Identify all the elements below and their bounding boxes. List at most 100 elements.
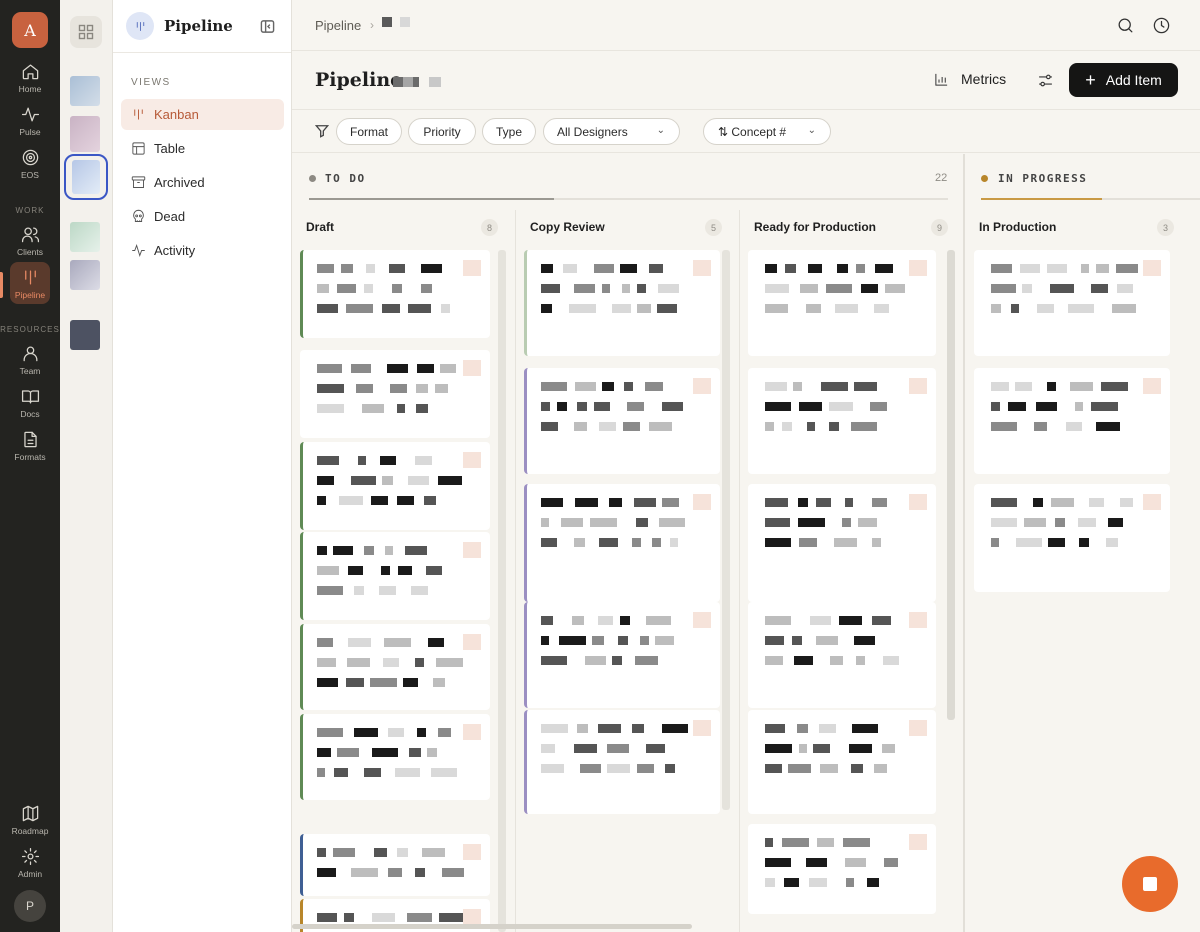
view-item-activity[interactable]: Activity xyxy=(121,235,284,266)
redacted-text xyxy=(379,586,396,595)
redacted-text xyxy=(799,744,807,753)
redacted-text xyxy=(821,382,848,391)
redacted-text xyxy=(541,402,550,411)
kanban-card[interactable] xyxy=(974,250,1170,356)
kanban-card[interactable] xyxy=(300,834,490,896)
kanban-card[interactable] xyxy=(300,714,490,800)
breadcrumb-pipeline[interactable]: Pipeline xyxy=(315,18,361,33)
redacted-text xyxy=(765,724,785,733)
kanban-card[interactable] xyxy=(748,484,936,602)
workspace-logo[interactable]: A xyxy=(12,12,48,48)
metrics-button[interactable]: Metrics xyxy=(934,71,1006,87)
kanban-card[interactable] xyxy=(748,710,936,814)
redacted-text xyxy=(645,382,663,391)
column-scrollbar[interactable] xyxy=(722,250,730,810)
workspace-thumb[interactable] xyxy=(70,222,100,252)
search-button[interactable] xyxy=(1116,16,1135,35)
workspace-thumb[interactable] xyxy=(70,76,100,106)
redacted-text xyxy=(403,678,418,687)
rail-item-docs[interactable]: Docs xyxy=(0,387,60,425)
kanban-card[interactable] xyxy=(974,484,1170,592)
rail-item-team[interactable]: Team xyxy=(0,344,60,382)
kanban-card[interactable] xyxy=(524,368,720,474)
rail-item-home[interactable]: Home xyxy=(0,62,60,100)
redacted-tag xyxy=(909,720,927,736)
user-icon xyxy=(23,346,37,362)
filter-designers-select[interactable]: All Designers ⌄ xyxy=(543,118,680,145)
sort-select[interactable]: ⇅ Concept # ⌄ xyxy=(703,118,831,145)
kanban-card[interactable] xyxy=(524,710,720,814)
filter-button[interactable] xyxy=(314,124,330,138)
redacted-text xyxy=(569,304,596,313)
rail-item-pipeline[interactable]: Pipeline xyxy=(0,262,60,306)
view-item-table[interactable]: Table xyxy=(121,133,284,164)
workspace-strip xyxy=(60,0,113,932)
redacted-text xyxy=(317,768,325,777)
redacted-text xyxy=(317,404,344,413)
column-scrollbar[interactable] xyxy=(947,250,955,720)
rail-item-pulse[interactable]: Pulse xyxy=(0,105,60,143)
redacted-text xyxy=(541,724,568,733)
redacted-text xyxy=(991,498,1017,507)
rail-item-clients[interactable]: Clients xyxy=(0,225,60,263)
kanban-card[interactable] xyxy=(300,250,490,338)
view-item-dead[interactable]: Dead xyxy=(121,201,284,232)
redacted-text xyxy=(623,422,640,431)
kanban-card[interactable] xyxy=(748,250,936,356)
redacted-text xyxy=(602,382,614,391)
kanban-card[interactable] xyxy=(524,602,720,708)
group-name: IN PROGRESS xyxy=(998,172,1088,185)
redacted-tag xyxy=(463,724,481,740)
redacted-text xyxy=(826,284,852,293)
kanban-card[interactable] xyxy=(300,350,490,438)
column-separator xyxy=(515,210,516,932)
redacted-text xyxy=(381,566,390,575)
user-avatar[interactable]: P xyxy=(14,890,46,922)
redacted-text xyxy=(317,748,331,757)
board-horizontal-scrollbar[interactable] xyxy=(292,924,692,929)
redacted-tag xyxy=(1143,378,1161,394)
rail-item-eos[interactable]: EOS xyxy=(0,148,60,186)
view-item-archived[interactable]: Archived xyxy=(121,167,284,198)
redacted-text xyxy=(317,384,344,393)
redacted-text xyxy=(397,848,408,857)
view-item-kanban[interactable]: Kanban xyxy=(121,99,284,130)
rail-item-admin[interactable]: Admin xyxy=(0,847,60,885)
redacted-text xyxy=(417,364,434,373)
settings-sliders-button[interactable] xyxy=(1037,72,1054,89)
redacted-text xyxy=(317,728,343,737)
redacted-text xyxy=(372,748,398,757)
kanban-card[interactable] xyxy=(524,250,720,356)
kanban-card[interactable] xyxy=(748,824,936,914)
redacted-text xyxy=(856,656,865,665)
workspace-thumb-selected[interactable] xyxy=(72,160,100,194)
redacted-text xyxy=(541,616,553,625)
redacted-text xyxy=(870,402,887,411)
workspace-thumb[interactable] xyxy=(70,260,100,290)
column-scrollbar[interactable] xyxy=(498,250,506,932)
filter-type[interactable]: Type xyxy=(482,118,536,145)
kanban-card[interactable] xyxy=(748,602,936,708)
redacted-text xyxy=(1116,264,1138,273)
page-header: Pipeline Metrics + Add Item xyxy=(292,51,1200,110)
workspace-thumb[interactable] xyxy=(70,116,100,152)
apps-grid-button[interactable] xyxy=(70,16,102,48)
workspace-thumb[interactable] xyxy=(70,320,100,350)
kanban-card[interactable] xyxy=(974,368,1170,474)
kanban-card[interactable] xyxy=(748,368,936,474)
history-button[interactable] xyxy=(1152,16,1171,35)
page-title: Pipeline xyxy=(315,69,403,91)
kanban-card[interactable] xyxy=(300,442,490,530)
sidebar-collapse-icon xyxy=(260,20,275,33)
chat-bubble-button[interactable] xyxy=(1122,856,1178,912)
collapse-sidebar-button[interactable] xyxy=(260,19,275,34)
add-item-button[interactable]: + Add Item xyxy=(1069,63,1178,97)
redacted-text xyxy=(334,768,348,777)
rail-item-formats[interactable]: Formats xyxy=(0,430,60,468)
filter-format[interactable]: Format xyxy=(336,118,402,145)
kanban-card[interactable] xyxy=(300,532,490,620)
rail-item-roadmap[interactable]: Roadmap xyxy=(0,804,60,842)
kanban-card[interactable] xyxy=(524,484,720,602)
filter-priority[interactable]: Priority xyxy=(408,118,476,145)
kanban-card[interactable] xyxy=(300,624,490,710)
